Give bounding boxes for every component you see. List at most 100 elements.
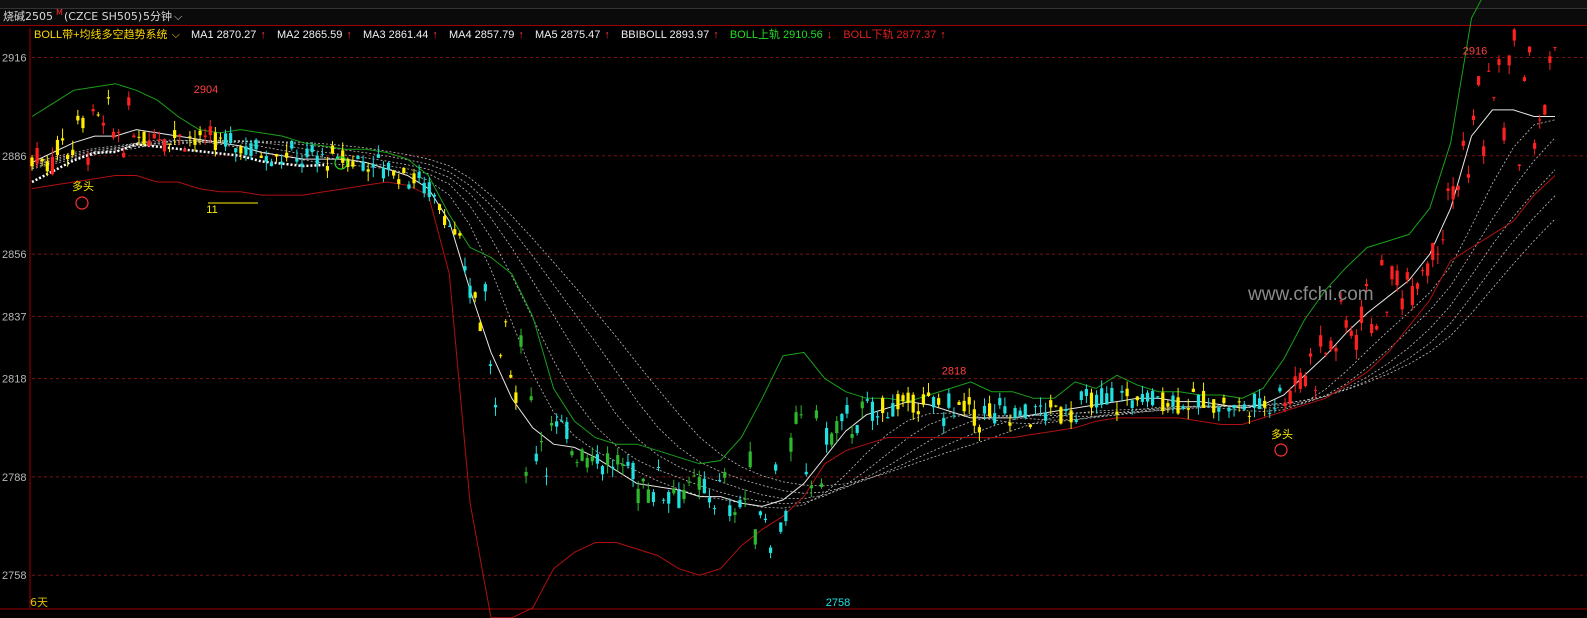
candle-body: [921, 394, 925, 405]
candle-body: [305, 148, 309, 158]
candle-body: [392, 170, 396, 176]
candle-body: [234, 148, 238, 153]
candle-body: [1171, 395, 1175, 407]
annotation-signal: 多头: [72, 179, 94, 193]
candle-body: [1456, 185, 1460, 191]
candle-body: [1130, 400, 1134, 408]
candle-body: [911, 394, 915, 413]
candle-body: [1217, 407, 1221, 412]
candle-body: [712, 508, 717, 510]
candle-body: [504, 321, 508, 323]
candle-body: [621, 464, 625, 466]
candle-body: [478, 322, 482, 332]
candle-body: [1487, 70, 1491, 72]
candle-body: [1018, 410, 1022, 416]
annotation-high: 2818: [942, 366, 966, 378]
candle-body: [116, 131, 121, 133]
price-chart[interactable]: 2758 2788 2818 2837 2856 2886 2916 2904 2916 281…: [0, 0, 1587, 618]
candle-body: [656, 466, 661, 468]
candle-body: [111, 131, 116, 138]
candle-body: [779, 522, 783, 532]
watermark: www.cfchi.com: [1248, 284, 1374, 305]
candle-body: [942, 417, 946, 426]
candle-body: [40, 158, 44, 162]
candle-body: [427, 182, 431, 198]
candle-body: [361, 161, 365, 171]
candle-body: [60, 138, 65, 141]
candle-body: [585, 457, 589, 468]
candle-body: [1471, 115, 1476, 121]
y-tick-label: 2886: [2, 151, 26, 163]
candle-body: [259, 155, 263, 158]
candle-body: [875, 416, 880, 418]
candle-body: [1278, 387, 1282, 392]
candle-body: [886, 417, 890, 419]
candle-body: [891, 403, 895, 417]
candle-body: [1191, 388, 1195, 393]
candle-body: [366, 169, 370, 172]
annotation-label: 11: [206, 204, 217, 216]
candle-body: [651, 492, 656, 502]
candle-body: [315, 155, 319, 165]
candle-body: [437, 204, 442, 211]
candle-body: [988, 403, 992, 417]
candle-body: [774, 464, 778, 471]
candle-body: [1156, 396, 1160, 398]
candle-body: [825, 427, 829, 445]
candle-body: [356, 155, 360, 160]
candle-body: [1054, 405, 1058, 407]
y-tick-label: 2856: [2, 249, 26, 261]
candle-body: [1431, 242, 1435, 260]
candle-body: [539, 440, 543, 443]
candle-body: [1553, 47, 1557, 49]
candle-body: [1375, 325, 1379, 330]
candle-body: [733, 512, 737, 516]
candle-body: [178, 134, 182, 137]
candle-body: [132, 135, 136, 138]
candle-body: [840, 413, 844, 422]
candle-body: [1089, 392, 1094, 408]
candle-body: [1492, 97, 1496, 99]
candle-body: [473, 292, 477, 298]
candle-body: [1313, 389, 1318, 391]
candle-body: [814, 410, 819, 419]
candle-body: [239, 146, 243, 154]
candle-body: [1257, 398, 1262, 410]
candle-body: [1044, 412, 1048, 421]
candle-body: [1120, 390, 1124, 393]
candle-body: [1094, 394, 1099, 408]
candle-body: [1344, 320, 1348, 328]
candle-body: [264, 156, 268, 162]
candle-body: [279, 161, 284, 164]
annotation-high: 2904: [194, 84, 218, 96]
candle-body: [799, 414, 803, 416]
candle-body: [422, 182, 426, 194]
candle-body: [1100, 388, 1104, 405]
candle-body: [81, 117, 85, 129]
candle-body: [285, 152, 289, 158]
candle-body: [183, 149, 187, 152]
candle-body: [300, 163, 304, 167]
candle-body: [972, 409, 976, 426]
candle-body: [748, 451, 752, 468]
candle-body: [1125, 388, 1129, 397]
candle-body: [1517, 164, 1521, 167]
candle-body: [229, 133, 233, 143]
candle-body: [381, 167, 386, 179]
candle-body: [483, 284, 487, 292]
candle-body: [162, 139, 167, 152]
candle-body: [106, 97, 111, 99]
candle-body: [1334, 347, 1338, 352]
candle-body: [1186, 408, 1190, 410]
candle-body: [707, 497, 712, 503]
candle-body: [753, 529, 757, 545]
candle-body: [544, 475, 549, 477]
candle-body: [244, 146, 248, 155]
candle-body: [1390, 266, 1394, 280]
candle-body: [1482, 146, 1486, 157]
candle-body: [407, 184, 411, 189]
candle-body: [580, 449, 584, 461]
candle-body: [127, 97, 131, 106]
candle-body: [193, 138, 197, 145]
candle-body: [901, 395, 905, 402]
